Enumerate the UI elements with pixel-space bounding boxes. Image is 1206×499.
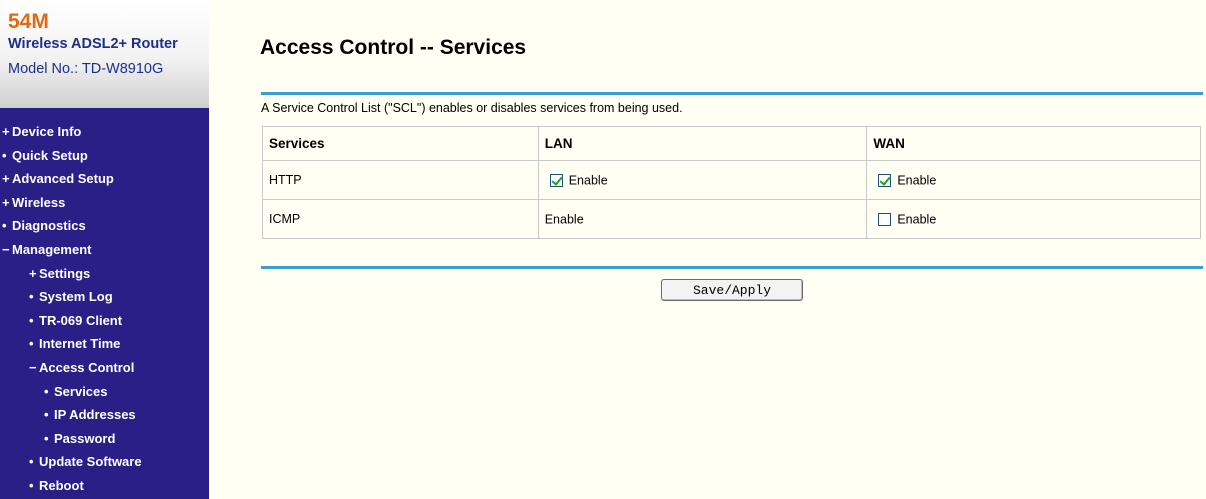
- divider-top: [261, 92, 1203, 95]
- nav-item-label: Device Info: [12, 124, 82, 139]
- nav-item-label: Management: [12, 241, 92, 257]
- nav-item-update-software[interactable]: • Update Software: [0, 450, 209, 474]
- nav-item-label: Update Software: [39, 454, 142, 470]
- bullet-icon: •: [44, 407, 49, 423]
- expand-icon: +: [2, 124, 10, 139]
- table-row-icmp: ICMP Enable Enable: [262, 199, 1201, 239]
- http-wan-enable-checkbox[interactable]: [878, 173, 892, 187]
- save-apply-button[interactable]: Save/Apply: [661, 279, 803, 301]
- service-name: ICMP: [262, 199, 539, 239]
- nav-item-settings[interactable]: + Settings: [0, 262, 209, 286]
- expand-icon: +: [2, 194, 10, 210]
- table-header-row: Services LAN WAN: [262, 126, 1201, 161]
- nav-item-password[interactable]: • Password: [0, 427, 209, 451]
- lan-cell: Enable: [537, 199, 868, 239]
- page-description: A Service Control List ("SCL") enables o…: [261, 101, 683, 115]
- collapse-icon: −: [2, 241, 10, 257]
- sidebar: 54M Wireless ADSL2+ Router Model No.: TD…: [0, 0, 209, 499]
- nav-item-wireless[interactable]: + Wireless: [0, 191, 209, 215]
- bullet-icon: •: [29, 312, 34, 328]
- nav-item-label: System Log: [39, 289, 113, 305]
- header-lan: LAN: [537, 126, 868, 161]
- nav-item-label: TR-069 Client: [39, 312, 123, 328]
- icmp-lan-status: Enable: [544, 212, 584, 227]
- nav-item-ip-addresses[interactable]: • IP Addresses: [0, 403, 209, 427]
- nav-item-access-control[interactable]: − Access Control: [0, 356, 209, 380]
- checkbox-label: Enable: [897, 173, 937, 188]
- bullet-icon: •: [29, 454, 34, 470]
- nav-item-label: Reboot: [39, 477, 84, 493]
- icmp-wan-enable-checkbox[interactable]: [878, 212, 892, 226]
- header-wan: WAN: [866, 126, 1201, 161]
- sidebar-nav: + Device Info • Quick Setup + Advanced Setu…: [0, 120, 209, 498]
- lan-cell: Enable: [537, 160, 868, 200]
- nav-item-label: Internet Time: [39, 336, 121, 352]
- nav-item-label: Diagnostics: [12, 218, 86, 234]
- collapse-icon: −: [29, 359, 37, 375]
- nav-item-services[interactable]: • Services: [0, 380, 209, 404]
- nav-item-label: Quick Setup: [12, 147, 88, 163]
- service-name: HTTP: [262, 160, 539, 200]
- header-services: Services: [262, 126, 539, 161]
- nav-item-label: Wireless: [12, 194, 66, 210]
- nav-item-label: Settings: [39, 265, 91, 281]
- nav-item-management[interactable]: − Management: [0, 238, 209, 262]
- bullet-icon: •: [44, 430, 49, 446]
- wan-cell: Enable: [866, 199, 1201, 239]
- expand-icon: +: [2, 171, 10, 187]
- nav-item-advanced-setup[interactable]: + Advanced Setup: [0, 167, 209, 191]
- nav-item-diagnostics[interactable]: • Diagnostics: [0, 214, 209, 238]
- nav-item-reboot[interactable]: • Reboot: [0, 474, 209, 498]
- bullet-icon: •: [29, 289, 34, 305]
- nav-item-quick-setup[interactable]: • Quick Setup: [0, 144, 209, 168]
- bullet-icon: •: [44, 383, 49, 399]
- bullet-icon: •: [2, 147, 7, 163]
- nav-item-internet-time[interactable]: • Internet Time: [0, 332, 209, 356]
- divider-bottom: [261, 266, 1203, 269]
- wan-cell: Enable: [866, 160, 1201, 200]
- bullet-icon: •: [29, 336, 34, 352]
- brand-model-number: Model No.: TD-W8910G: [8, 61, 164, 77]
- main-content: Access Control -- Services A Service Con…: [209, 0, 1206, 499]
- nav-item-label: Access Control: [39, 359, 135, 375]
- http-lan-enable-checkbox[interactable]: [549, 173, 563, 187]
- brand-panel: 54M Wireless ADSL2+ Router Model No.: TD…: [0, 0, 209, 108]
- page-title: Access Control -- Services: [260, 36, 527, 59]
- checkbox-label: Enable: [568, 173, 608, 188]
- checkbox-label: Enable: [897, 212, 937, 227]
- expand-icon: +: [29, 265, 37, 281]
- nav-item-tr069-client[interactable]: • TR-069 Client: [0, 309, 209, 333]
- brand-speed: 54M: [8, 10, 49, 33]
- brand-product-name: Wireless ADSL2+ Router: [8, 36, 178, 52]
- nav-item-label: Services: [54, 383, 108, 399]
- nav-item-device-info[interactable]: + Device Info: [0, 120, 209, 144]
- nav-item-label: Password: [54, 430, 116, 446]
- service-control-table: Services LAN WAN HTTP Enable Enable ICMP…: [262, 126, 1201, 239]
- nav-item-label: Advanced Setup: [12, 171, 114, 187]
- bullet-icon: •: [29, 477, 34, 493]
- table-row-http: HTTP Enable Enable: [262, 160, 1201, 200]
- nav-item-label: IP Addresses: [54, 407, 136, 423]
- bullet-icon: •: [2, 218, 7, 234]
- nav-item-system-log[interactable]: • System Log: [0, 285, 209, 309]
